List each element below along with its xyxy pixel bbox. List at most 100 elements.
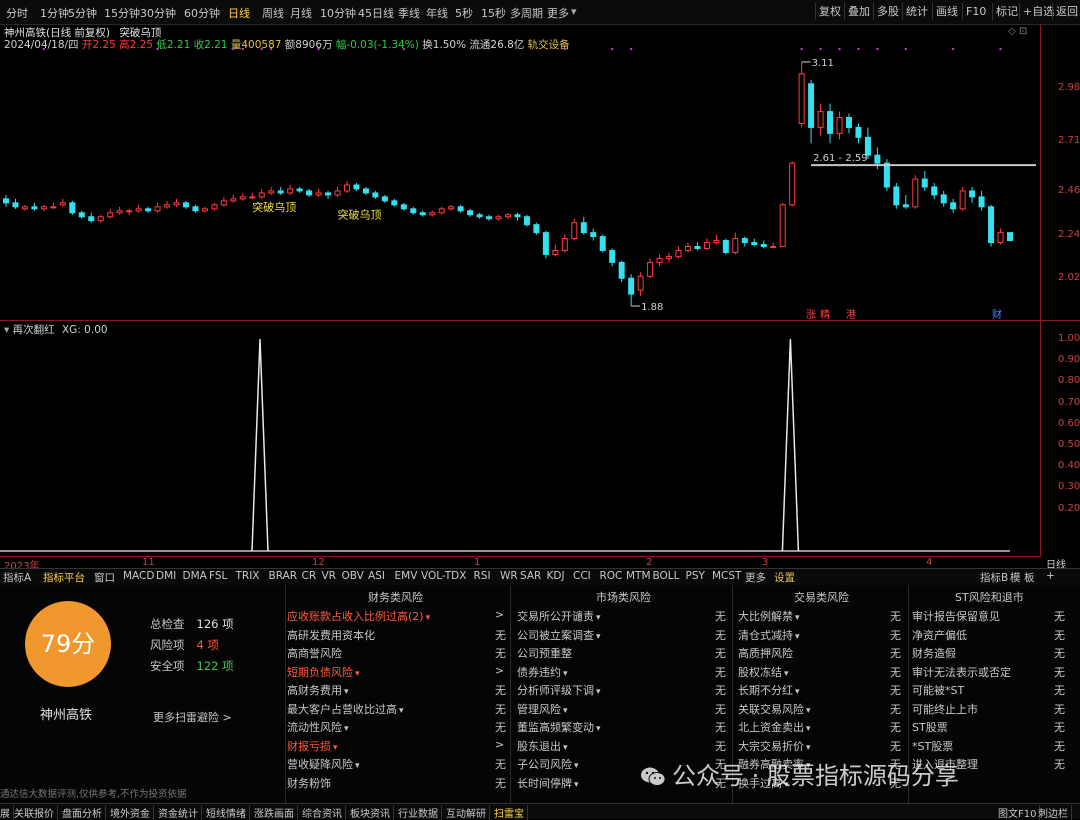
period-tab[interactable]: 5秒 [455, 5, 473, 21]
indicator-tab[interactable]: MACD [123, 570, 154, 582]
indicator-tab[interactable]: MTM [626, 570, 651, 582]
dropdown-caret-icon[interactable]: ▾ [574, 761, 579, 771]
period-tab[interactable]: 60分钟 [184, 5, 220, 21]
dropdown-caret-icon[interactable]: ▾ [596, 724, 601, 734]
dropdown-caret-icon[interactable]: ▾ [344, 724, 349, 734]
indicator-tab-right[interactable]: + [1046, 570, 1055, 582]
period-tab[interactable]: 多周期 [510, 5, 543, 21]
risk-item[interactable]: 净资产偏低 [912, 627, 967, 643]
dropdown-caret-icon[interactable]: ▾ [355, 761, 360, 771]
indicator-tab[interactable]: BRAR [269, 570, 298, 582]
dropdown-caret-icon[interactable]: ▾ [795, 613, 800, 623]
risk-item[interactable]: 清仓式减持 ▾ [738, 627, 800, 643]
dropdown-caret-icon[interactable]: ▾ [355, 669, 360, 679]
indicator-tab[interactable]: VR [322, 570, 336, 582]
risk-item[interactable]: 财报亏损 ▾ [287, 738, 338, 754]
indicator-tab[interactable]: VOL-TDX [421, 570, 466, 582]
event-marker[interactable]: 精 [820, 308, 830, 320]
event-marker[interactable]: 涨 [806, 309, 816, 320]
risk-item[interactable]: 审计无法表示或否定 [912, 664, 1011, 680]
indicator-tab[interactable]: DMA [183, 570, 207, 582]
toolbar-button[interactable]: 统计 [902, 3, 931, 20]
toolbar-button[interactable]: F10 [962, 3, 989, 20]
indicator-tab[interactable]: FSL [209, 570, 227, 582]
toolbar-button[interactable]: 多股 [873, 3, 902, 20]
indicator-tab-right[interactable]: 指标B [980, 570, 1008, 585]
risk-item[interactable]: 公司预重整 [517, 645, 572, 661]
risk-item[interactable]: 股东退出 ▾ [517, 738, 568, 754]
indicator-tab[interactable]: WR [500, 570, 518, 582]
risk-item[interactable]: 股权冻结 ▾ [738, 664, 789, 680]
dropdown-caret-icon[interactable]: ▾ [784, 669, 789, 679]
period-tab[interactable]: 周线 [262, 5, 284, 21]
period-tab[interactable]: 15分钟 [104, 5, 140, 21]
risk-item[interactable]: 高财务费用 ▾ [287, 682, 349, 698]
indicator-tab[interactable]: 指标A [3, 570, 31, 585]
risk-item[interactable]: 交易所公开谴责 ▾ [517, 608, 601, 624]
dropdown-caret-icon[interactable]: ▾ [795, 632, 800, 642]
period-tab[interactable]: 日线 [228, 5, 250, 21]
risk-item[interactable]: 分析师评级下调 ▾ [517, 682, 601, 698]
indicator-tab[interactable]: SAR [520, 570, 541, 582]
risk-item[interactable]: 审计报告保留意见 [912, 608, 1000, 624]
indicator-tab[interactable]: BOLL [653, 570, 680, 582]
indicator-tab[interactable]: RSI [474, 570, 491, 582]
toolbar-button[interactable]: 叠加 [844, 3, 873, 20]
dropdown-caret-icon[interactable]: ▾ [563, 669, 568, 679]
dropdown-caret-icon[interactable]: ▾ [426, 613, 431, 623]
risk-item[interactable]: 高研发费用资本化 [287, 627, 375, 643]
indicator-tab[interactable]: PSY [686, 570, 705, 582]
indicator-tab[interactable]: TRIX [236, 570, 260, 582]
dropdown-caret-icon[interactable]: ▾ [574, 780, 579, 790]
dropdown-caret-icon[interactable]: ▾ [344, 687, 349, 697]
indicator-tab[interactable]: OBV [342, 570, 364, 582]
indicator-tab[interactable]: KDJ [547, 570, 565, 582]
risk-item[interactable]: 公司被立案调查 ▾ [517, 627, 601, 643]
period-tab[interactable]: 季线 [398, 5, 420, 21]
risk-item[interactable]: 债券违约 ▾ [517, 664, 568, 680]
indicator-tab[interactable]: CR [302, 570, 317, 582]
risk-item[interactable]: 可能被*ST [912, 682, 964, 698]
period-tab[interactable]: 15秒 [481, 5, 506, 21]
dropdown-caret-icon[interactable]: ▾ [563, 743, 568, 753]
chart-controls[interactable]: ◇ ⊡ [1008, 26, 1027, 37]
risk-item[interactable]: 最大客户占营收比过高 ▾ [287, 701, 404, 717]
indicator-tab[interactable]: 指标平台 [43, 570, 85, 585]
risk-item[interactable]: 管理风险 ▾ [517, 701, 568, 717]
period-tab[interactable]: 更多 [547, 5, 569, 21]
toolbar-button[interactable]: 返回 [1052, 3, 1080, 20]
indicator-tab[interactable]: 窗口 [94, 570, 115, 585]
indicator-tab[interactable]: 设置 [774, 570, 795, 585]
risk-item[interactable]: 应收账款占收入比例过高(2) ▾ [287, 608, 430, 624]
risk-item[interactable]: 高商誉风险 [287, 645, 342, 661]
indicator-tab[interactable]: CCI [573, 570, 591, 582]
risk-item[interactable]: 长时间停牌 ▾ [517, 775, 579, 791]
risk-item[interactable]: 北上资金卖出 ▾ [738, 719, 811, 735]
indicator-chart[interactable] [0, 320, 1040, 557]
risk-item[interactable]: 财务粉饰 [287, 775, 331, 791]
risk-item[interactable]: 流动性风险 ▾ [287, 719, 349, 735]
indicator-tab[interactable]: 更多 [745, 570, 766, 585]
candlestick-chart[interactable]: 2.61 - 2.593.111.88突破乌顶突破乌顶涨精港财 [0, 44, 1040, 320]
risk-item[interactable]: ST股票 [912, 719, 948, 735]
period-tab[interactable]: 30分钟 [140, 5, 176, 21]
indicator-tab[interactable]: DMI [156, 570, 176, 582]
risk-item[interactable]: 高质押风险 [738, 645, 793, 661]
dropdown-caret-icon[interactable]: ▾ [596, 687, 601, 697]
period-tab[interactable]: 10分钟 [320, 5, 356, 21]
toolbar-button[interactable]: 标记 [992, 3, 1021, 20]
indicator-tab[interactable]: ROC [600, 570, 623, 582]
more-risk-link[interactable]: 更多扫雷避险 > [153, 709, 232, 725]
risk-item[interactable]: *ST股票 [912, 738, 953, 754]
risk-item[interactable]: 大比例解禁 ▾ [738, 608, 800, 624]
dropdown-caret-icon[interactable]: ▾ [399, 706, 404, 716]
risk-item[interactable]: 短期负债风险 ▾ [287, 664, 360, 680]
indicator-tab-right[interactable]: 板 [1024, 570, 1035, 585]
toolbar-button[interactable]: 复权 [815, 3, 844, 20]
toolbar-button[interactable]: 画线 [932, 3, 961, 20]
period-tab[interactable]: 分时 [6, 5, 28, 21]
indicator-tab[interactable]: ASI [368, 570, 385, 582]
risk-item-status[interactable]: > [495, 664, 504, 677]
period-tab[interactable]: 年线 [426, 5, 448, 21]
risk-item[interactable]: 大宗交易折价 ▾ [738, 738, 811, 754]
